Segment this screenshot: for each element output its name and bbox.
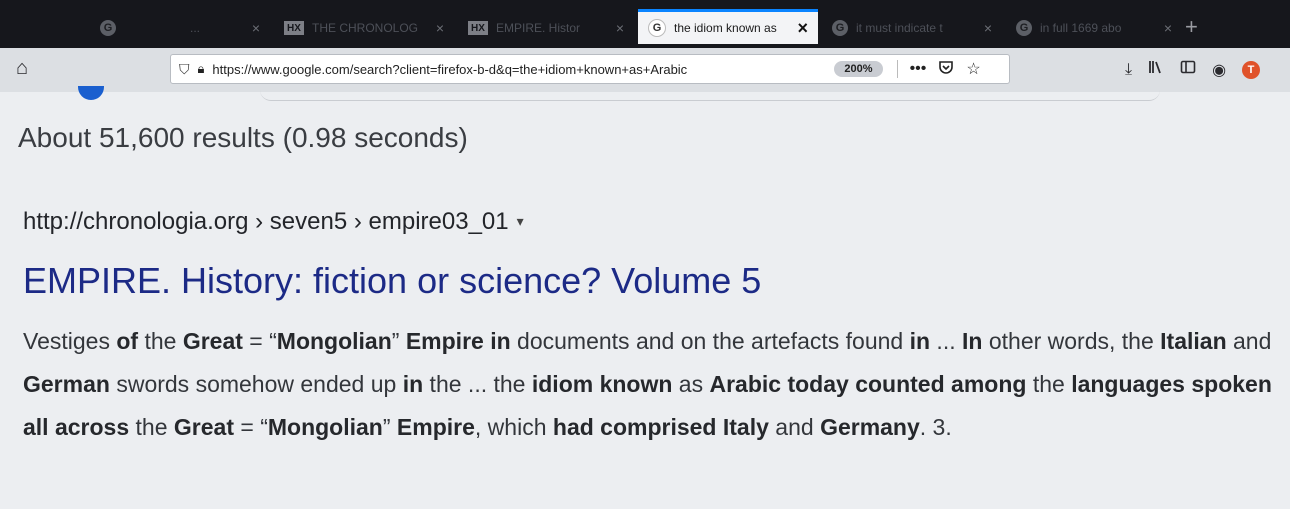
google-favicon-icon: G	[832, 20, 848, 36]
home-icon[interactable]: ⌂	[16, 57, 28, 80]
snippet-text: , which	[474, 414, 553, 440]
pocket-icon[interactable]	[938, 59, 954, 80]
snippet-text: documents and on the artefacts found	[510, 328, 910, 354]
google-logo-fragment	[78, 86, 104, 100]
search-results-page: About 51,600 results (0.98 seconds) http…	[0, 86, 1290, 509]
bookmark-star-icon[interactable]: ☆	[966, 59, 980, 79]
result-snippet: Vestiges of the Great = “Mongolian” Empi…	[23, 320, 1281, 449]
close-tab-icon[interactable]: ×	[436, 20, 444, 36]
snippet-highlight: German	[23, 371, 110, 397]
tab-title: EMPIRE. Histor	[496, 21, 581, 35]
snippet-highlight: In	[962, 328, 983, 354]
close-tab-icon[interactable]: ×	[252, 20, 260, 36]
tab-in-full-1669[interactable]: G in full 1669 abo ×	[1006, 12, 1182, 44]
account-icon[interactable]: ◉	[1212, 60, 1226, 80]
page-actions: ••• ☆	[896, 59, 981, 80]
snippet-text: the	[138, 328, 183, 354]
tab-it-must-indicate[interactable]: G it must indicate t ×	[822, 12, 1002, 44]
snippet-text: = “	[234, 414, 268, 440]
chevron-down-icon[interactable]: ▾	[517, 213, 524, 229]
result-breadcrumb[interactable]: http://chronologia.org › seven5 › empire…	[23, 208, 524, 236]
tab-title: it must indicate t	[856, 21, 943, 35]
result-title-link[interactable]: EMPIRE. History: fiction or science? Vol…	[23, 260, 761, 302]
tab-title: THE CHRONOLOG	[312, 21, 419, 35]
snippet-highlight: idiom known	[531, 371, 673, 397]
snippet-text: the	[1026, 371, 1072, 397]
snippet-highlight: Empire in	[405, 328, 511, 354]
page-actions-menu-icon[interactable]: •••	[910, 60, 927, 78]
snippet-highlight: Great	[173, 414, 234, 440]
url-text[interactable]: https://www.google.com/search?client=fir…	[212, 62, 822, 77]
snippet-highlight: of	[116, 328, 139, 354]
hx-favicon-icon: HX	[468, 21, 488, 35]
snippet-text: the ... the	[423, 371, 532, 397]
snippet-highlight: in	[402, 371, 424, 397]
snippet-highlight: Germany	[820, 414, 920, 440]
extension-icon[interactable]: T	[1242, 60, 1261, 79]
snippet-text: and	[768, 414, 821, 440]
google-favicon-icon: G	[648, 19, 666, 37]
navigation-toolbar: ⌂ ⛉ 🔒︎ https://www.google.com/search?cli…	[0, 48, 1290, 93]
library-icon[interactable]	[1148, 59, 1164, 80]
url-bar[interactable]: ⛉ 🔒︎ https://www.google.com/search?clien…	[170, 54, 1010, 84]
divider	[896, 60, 898, 78]
snippet-highlight: in	[909, 328, 931, 354]
snippet-highlight: Empire	[396, 414, 475, 440]
close-tab-icon[interactable]: ×	[1164, 20, 1172, 36]
snippet-text: and	[1226, 328, 1272, 354]
snippet-text: Vestiges	[23, 328, 117, 354]
snippet-text: . 3.	[919, 414, 952, 440]
search-box-edge	[260, 90, 1160, 101]
tab-chronolog[interactable]: HX THE CHRONOLOG ×	[274, 12, 454, 44]
result-stats: About 51,600 results (0.98 seconds)	[18, 122, 468, 153]
tab-strip: G ... × HX THE CHRONOLOG × HX EMPIRE. Hi…	[0, 0, 1290, 48]
snippet-highlight: Arabic today counted among	[709, 371, 1027, 397]
sidebar-icon[interactable]	[1180, 59, 1196, 80]
snippet-highlight: Mongolian	[276, 328, 392, 354]
snippet-highlight: Mongolian	[267, 414, 383, 440]
close-tab-icon[interactable]: ×	[616, 20, 624, 36]
toolbar-right-icons: ⤓ ◉ T	[1125, 59, 1261, 80]
tab-idiom-active[interactable]: G the idiom known as ×	[638, 9, 818, 44]
google-favicon-icon: G	[100, 20, 116, 36]
snippet-text: swords somehow ended up	[109, 371, 403, 397]
snippet-text: = “	[242, 328, 277, 354]
tab-title: in full 1669 abo	[1040, 21, 1122, 35]
tab-google[interactable]: G	[90, 12, 150, 44]
tab-title: ...	[190, 21, 201, 35]
google-favicon-icon: G	[1016, 20, 1032, 36]
snippet-text: ”	[382, 414, 397, 440]
snippet-text: as	[672, 371, 710, 397]
zoom-level-badge[interactable]: 200%	[834, 61, 883, 77]
snippet-text: the	[129, 414, 174, 440]
snippet-text: ”	[391, 328, 406, 354]
snippet-highlight: Italian	[1160, 328, 1227, 354]
close-tab-icon[interactable]: ×	[984, 20, 992, 36]
tracking-shield-icon[interactable]: ⛉	[179, 61, 190, 78]
hx-favicon-icon: HX	[284, 21, 304, 35]
snippet-text: other words, the	[982, 328, 1161, 354]
tab-title: the idiom known as	[674, 21, 777, 35]
new-tab-button[interactable]: +	[1185, 14, 1198, 40]
snippet-text: ...	[930, 328, 962, 354]
tab-blank[interactable]: ... ×	[180, 12, 270, 44]
download-icon[interactable]: ⤓	[1125, 61, 1132, 79]
close-tab-icon[interactable]: ×	[797, 18, 808, 39]
result-url[interactable]: http://chronologia.org › seven5 › empire…	[23, 208, 509, 235]
lock-icon[interactable]: 🔒︎	[198, 61, 205, 77]
snippet-highlight: Great	[182, 328, 243, 354]
tab-empire-history[interactable]: HX EMPIRE. Histor ×	[458, 12, 634, 44]
snippet-highlight: had comprised Italy	[552, 414, 769, 440]
